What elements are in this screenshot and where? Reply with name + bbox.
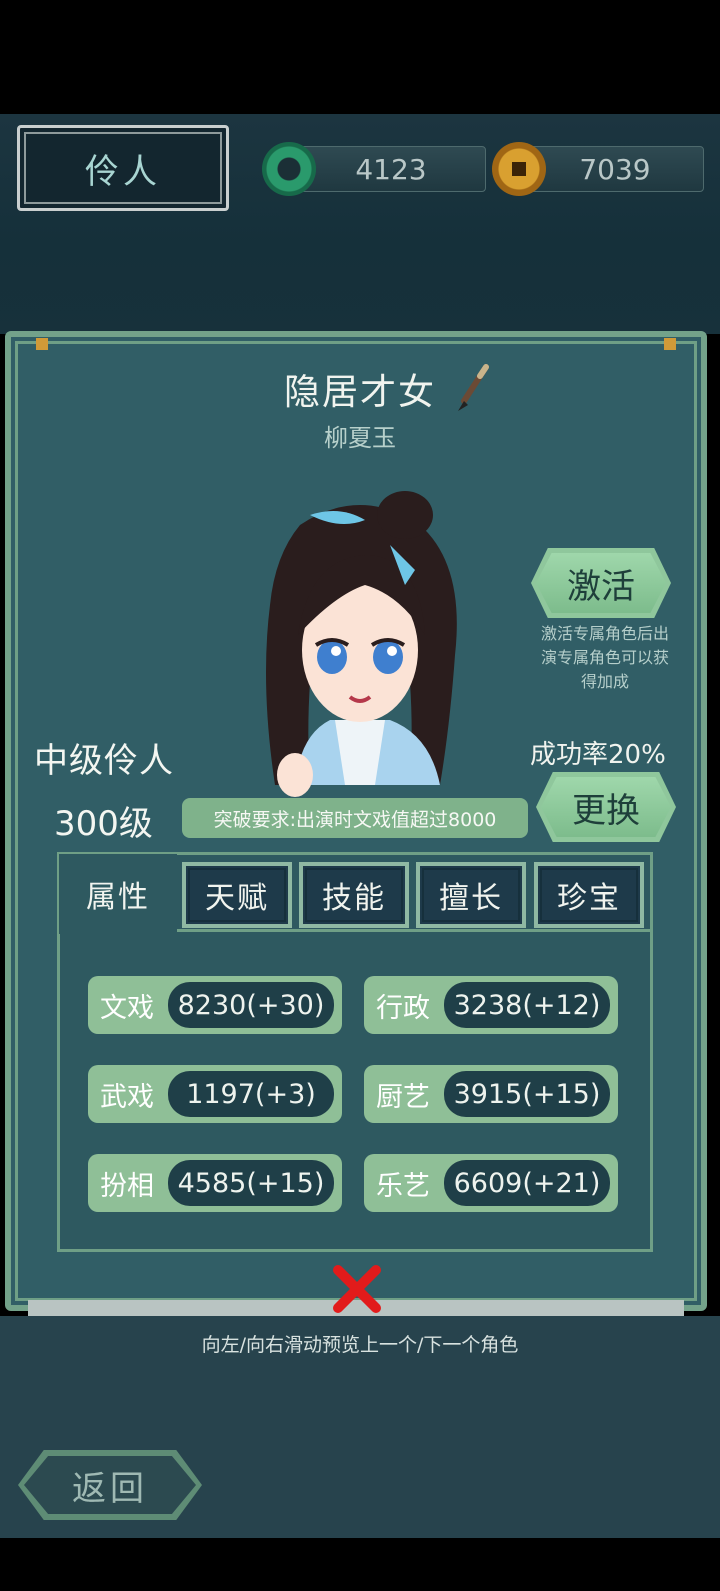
stat-value: 1197(+3) [168,1071,334,1117]
change-button[interactable]: 更换 [536,772,676,842]
tab-skills[interactable]: 技能 [299,862,409,928]
panel-corner-ornament [664,338,676,350]
character-portrait[interactable] [240,485,480,800]
panel-corner-ornament [36,338,48,350]
rank-label: 中级伶人 [34,741,174,781]
stat-label: 扮相 [100,1170,154,1202]
stat-item: 武戏 1197(+3) [88,1065,342,1123]
stat-item: 文戏 8230(+30) [88,976,342,1034]
jade-coin-icon [262,142,316,196]
navigation-bar-area [0,1538,720,1591]
tab-attributes[interactable]: 属性 [59,854,177,934]
stat-value: 8230(+30) [168,982,334,1028]
stat-label: 乐艺 [376,1170,430,1202]
stat-item: 厨艺 3915(+15) [364,1065,618,1123]
tab-divider [177,929,653,932]
tab-talent[interactable]: 天赋 [182,862,292,928]
stat-item: 乐艺 6609(+21) [364,1154,618,1212]
coin-currency-display: 7039 [526,146,704,192]
stat-item: 行政 3238(+12) [364,976,618,1034]
jade-amount: 4123 [355,152,427,186]
stat-value: 3238(+12) [444,982,610,1028]
tab-specialty[interactable]: 擅长 [416,862,526,928]
stat-label: 武戏 [100,1081,154,1113]
stat-item: 扮相 4585(+15) [88,1154,342,1212]
activate-description: 激活专属角色后出演专属角色可以获得加成 [540,624,669,691]
change-label: 更换 [572,790,640,831]
tab-treasure[interactable]: 珍宝 [534,862,644,928]
back-button[interactable]: 返回 [18,1450,202,1520]
stat-value: 4585(+15) [168,1160,334,1206]
jade-currency-display: 4123 [296,146,486,192]
stat-label: 行政 [376,992,430,1024]
brush-icon [458,364,489,411]
back-label: 返回 [72,1468,148,1509]
character-name: 柳夏玉 [324,424,396,452]
swipe-hint: 向左/向右滑动预览上一个/下一个角色 [201,1334,519,1356]
activate-label: 激活 [567,566,635,607]
coin-amount: 7039 [579,152,651,186]
stat-label: 厨艺 [376,1081,430,1113]
character-title: 隐居才女 [283,372,436,413]
copper-coin-icon [492,142,546,196]
breakthrough-requirement: 突破要求:出演时文戏值超过8000 [182,798,528,838]
stat-label: 文戏 [100,992,154,1024]
status-bar-area [0,0,720,114]
stat-value: 3915(+15) [444,1071,610,1117]
activate-button[interactable]: 激活 [531,548,671,618]
close-icon[interactable] [330,1262,384,1316]
success-rate: 成功率20% [530,740,666,770]
level-label: 300级 [54,804,153,844]
stat-value: 6609(+21) [444,1160,610,1206]
page-title: 伶人 [17,125,229,211]
